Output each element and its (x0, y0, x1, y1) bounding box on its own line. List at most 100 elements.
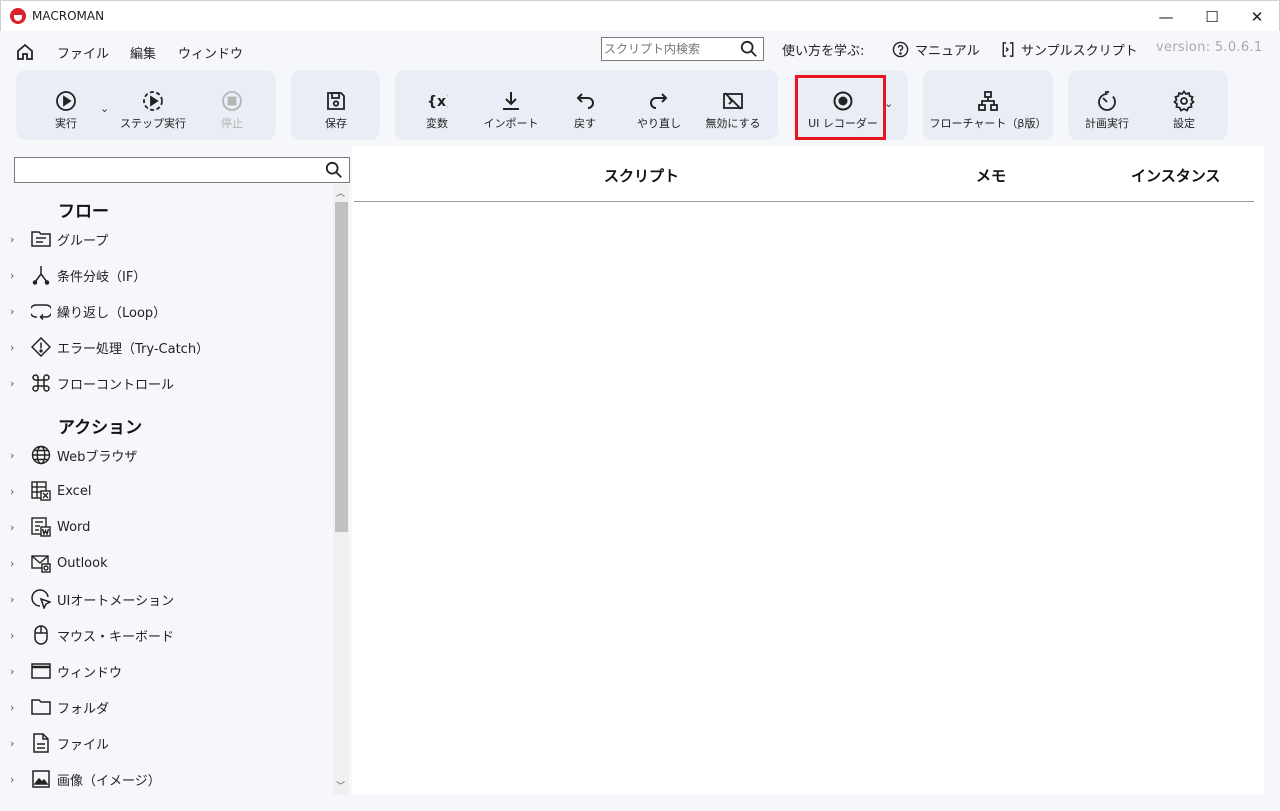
globe-icon (29, 443, 53, 467)
menu-file[interactable]: ファイル (57, 43, 109, 62)
tree-item-label: フローコントロール (57, 377, 175, 393)
expand-chevron-icon[interactable]: › (10, 521, 22, 534)
script-list-panel: スクリプト メモ インスタンス (354, 156, 1264, 794)
expand-chevron-icon[interactable]: › (10, 377, 22, 390)
script-search-input[interactable] (604, 38, 734, 60)
samples-label: サンプルスクリプト (1021, 44, 1138, 59)
image-icon (29, 767, 53, 791)
tree-item-if[interactable]: › 条件分岐（IF） (0, 257, 333, 293)
scroll-down-arrow-icon[interactable]: ﹀ (336, 779, 345, 792)
sidebar-scrollbar[interactable]: ︿ ﹀ (333, 184, 349, 795)
tree-item-word[interactable]: › Word (0, 509, 333, 545)
title-bar: MACROMAN — ☐ ✕ (0, 0, 1280, 31)
tree-item-label: UIオートメーション (57, 593, 175, 609)
expand-chevron-icon[interactable]: › (10, 449, 22, 462)
file-icon (29, 731, 53, 755)
timer-icon (1098, 91, 1116, 111)
tree-item-folder[interactable]: › フォルダ (0, 689, 333, 725)
bottom-margin (352, 794, 1280, 811)
tree-item-image[interactable]: › 画像（イメージ） (0, 761, 333, 797)
ui-recorder-highlight (795, 75, 886, 140)
manual-link[interactable]: マニュアル (892, 40, 980, 59)
mail-icon (29, 551, 53, 575)
close-button[interactable]: ✕ (1234, 1, 1280, 32)
flowchart-group: フローチャート（β版） (923, 70, 1053, 140)
tree-item-label: 繰り返し（Loop） (57, 305, 167, 321)
disable-button[interactable]: 無効にする (701, 70, 765, 140)
run-button[interactable]: 実行 (46, 70, 86, 140)
flowchart-button[interactable]: フローチャート（β版） (928, 70, 1048, 140)
tree-item-label: 画像（イメージ） (57, 773, 161, 789)
expand-chevron-icon[interactable]: › (10, 593, 22, 606)
step-run-button[interactable]: ステップ実行 (120, 70, 186, 140)
ribbon-toolbar: 実行 ⌄ ステップ実行 停止 保存 {x} 変数 インポート 戻す (0, 69, 1280, 146)
tree-item-label: ウィンドウ (57, 665, 123, 681)
action-section-title: アクション (58, 418, 143, 438)
code-brackets-icon (1002, 42, 1014, 57)
tree-item-try-catch[interactable]: › エラー処理（Try-Catch） (0, 329, 333, 365)
app-logo-icon (10, 8, 26, 24)
command-icon (29, 371, 53, 395)
version-text: version: 5.0.6.1 (1156, 40, 1263, 55)
search-icon[interactable] (325, 161, 343, 179)
samples-link[interactable]: サンプルスクリプト (1001, 40, 1138, 59)
tree-item-web-browser[interactable]: › Webブラウザ (0, 437, 333, 473)
tree-item-group[interactable]: › グループ (0, 221, 333, 257)
scrollbar-thumb[interactable] (335, 202, 348, 532)
menu-edit[interactable]: 編集 (130, 43, 156, 62)
undo-button[interactable]: 戻す (565, 70, 605, 140)
warning-diamond-icon (29, 335, 53, 359)
flowchart-icon (978, 91, 998, 111)
run-dropdown-chevron[interactable]: ⌄ (100, 102, 109, 115)
expand-chevron-icon[interactable]: › (10, 485, 22, 498)
tree-item-flow-control[interactable]: › フローコントロール (0, 365, 333, 401)
expand-chevron-icon[interactable]: › (10, 305, 22, 318)
tree-item-excel[interactable]: › Excel (0, 473, 333, 509)
home-icon[interactable] (15, 42, 35, 62)
column-header-instance[interactable]: インスタンス (1131, 165, 1220, 186)
action-search-box[interactable] (14, 157, 350, 183)
save-button[interactable]: 保存 (316, 70, 356, 140)
stop-button[interactable]: 停止 (212, 70, 252, 140)
window-icon (29, 659, 53, 683)
cursor-target-icon (29, 587, 53, 611)
tree-item-label: Excel (57, 483, 92, 499)
tree-item-mouse-keyboard[interactable]: › マウス・キーボード (0, 617, 333, 653)
expand-chevron-icon[interactable]: › (10, 773, 22, 786)
expand-chevron-icon[interactable]: › (10, 269, 22, 282)
minimize-button[interactable]: — (1143, 1, 1189, 32)
settings-button[interactable]: 設定 (1164, 70, 1204, 140)
tree-item-ui-automation[interactable]: › UIオートメーション (0, 581, 333, 617)
expand-chevron-icon[interactable]: › (10, 341, 22, 354)
tree-item-label: ファイル (57, 737, 110, 753)
expand-chevron-icon[interactable]: › (10, 233, 22, 246)
variable-icon: {x} (427, 94, 448, 110)
help-circle-icon (892, 41, 909, 58)
expand-chevron-icon[interactable]: › (10, 629, 22, 642)
save-group: 保存 (291, 70, 380, 140)
expand-chevron-icon[interactable]: › (10, 701, 22, 714)
expand-chevron-icon[interactable]: › (10, 557, 22, 570)
menu-window[interactable]: ウィンドウ (178, 43, 243, 62)
maximize-button[interactable]: ☐ (1189, 1, 1235, 32)
gear-icon (1173, 90, 1195, 112)
variables-button[interactable]: {x} 変数 (417, 70, 457, 140)
expand-chevron-icon[interactable]: › (10, 737, 22, 750)
script-search-box[interactable] (601, 37, 764, 61)
schedule-button[interactable]: 計画実行 (1080, 70, 1134, 140)
search-icon[interactable] (740, 40, 758, 58)
tree-item-window[interactable]: › ウィンドウ (0, 653, 333, 689)
loop-icon (29, 299, 53, 323)
learn-label: 使い方を学ぶ: (782, 44, 865, 59)
tree-item-outlook[interactable]: › Outlook (0, 545, 333, 581)
redo-button[interactable]: やり直し (633, 70, 685, 140)
column-header-script[interactable]: スクリプト (604, 165, 679, 186)
import-button[interactable]: インポート (481, 70, 541, 140)
expand-chevron-icon[interactable]: › (10, 665, 22, 678)
tree-item-file[interactable]: › ファイル (0, 725, 333, 761)
tree-item-loop[interactable]: › 繰り返し（Loop） (0, 293, 333, 329)
edit-group: {x} 変数 インポート 戻す やり直し 無効にする (395, 70, 778, 140)
column-header-memo[interactable]: メモ (976, 165, 1006, 186)
redo-icon (650, 93, 668, 109)
scroll-up-arrow-icon[interactable]: ︿ (336, 186, 345, 199)
